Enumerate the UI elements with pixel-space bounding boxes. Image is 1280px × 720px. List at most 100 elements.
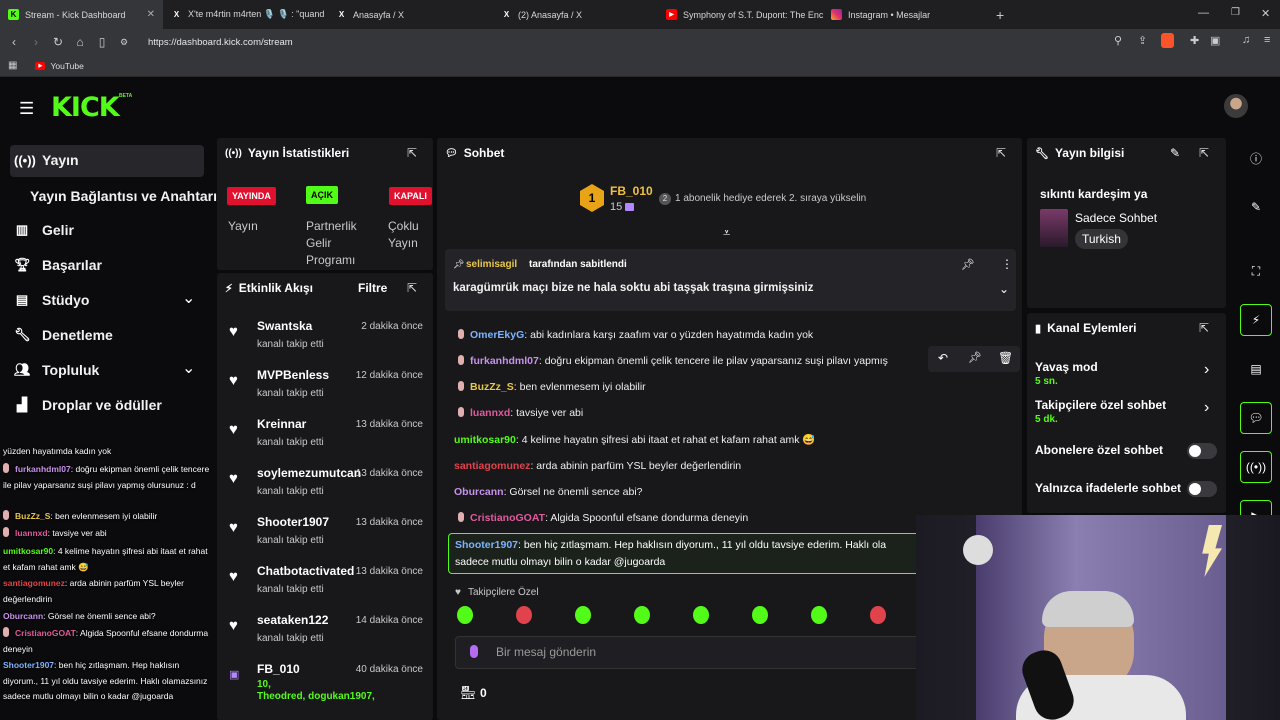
- broadcast-icon[interactable]: ((•)): [1240, 451, 1272, 483]
- pin-icon: 📌︎: [453, 259, 465, 269]
- notes-icon[interactable]: ▤: [1240, 353, 1272, 385]
- lightning-icon[interactable]: ⚡︎: [1240, 304, 1272, 336]
- bookmark-icon[interactable]: ▯: [92, 32, 112, 52]
- chat-username[interactable]: umitkosar90: [454, 434, 516, 446]
- popout-icon[interactable]: ⇱: [1199, 321, 1209, 335]
- collapse-icon[interactable]: ⩡: [723, 225, 730, 241]
- apps-grid-icon[interactable]: ▦: [8, 60, 17, 71]
- close-window-icon[interactable]: ✕: [1261, 7, 1270, 20]
- filter-button[interactable]: Filtre: [358, 281, 387, 295]
- edit-icon[interactable]: ✎: [1170, 146, 1180, 160]
- sidebar-item-denetleme[interactable]: 🔧︎ Denetleme: [14, 327, 113, 343]
- reply-icon[interactable]: ↶: [938, 351, 948, 365]
- activity-time: 2 dakika önce: [361, 321, 423, 332]
- activity-username[interactable]: Chatbotactivated: [257, 564, 354, 578]
- chevron-down-icon[interactable]: ⌄: [999, 282, 1009, 296]
- zoom-icon[interactable]: ⚲: [1114, 34, 1122, 47]
- activity-username[interactable]: soylemezumutcan: [257, 466, 361, 480]
- bookmark-label: YouTube: [50, 60, 84, 71]
- hamburger-menu-icon[interactable]: ☰: [19, 99, 34, 119]
- more-options-icon[interactable]: ⋮: [1001, 257, 1013, 271]
- top-gifter-name[interactable]: FB_010: [610, 184, 653, 198]
- browser-tab[interactable]: ▶ Symphony of S.T. Dupont: The Encha: [658, 0, 823, 29]
- emote-icon[interactable]: [752, 606, 768, 624]
- sidebar-item-basarilar[interactable]: 🏆︎ Başarılar: [14, 257, 102, 273]
- home-icon[interactable]: ⌂: [70, 32, 90, 52]
- activity-username[interactable]: seataken122: [257, 613, 328, 627]
- activity-username[interactable]: Kreinnar: [257, 417, 306, 431]
- chat-username[interactable]: Oburcann: [454, 486, 504, 498]
- chat-username[interactable]: luannxd: [470, 407, 510, 419]
- emote-icon[interactable]: [575, 606, 591, 624]
- edit-icon[interactable]: ✎: [1240, 191, 1272, 223]
- unpin-icon[interactable]: 📌︎: [961, 258, 975, 271]
- emote-icon[interactable]: [693, 606, 709, 624]
- popout-icon[interactable]: ⇱: [407, 146, 417, 160]
- panel-title-text: Sohbet: [463, 146, 505, 160]
- activity-username[interactable]: Swantska: [257, 319, 312, 333]
- emote-icon[interactable]: [870, 606, 886, 624]
- browser-tab[interactable]: Instagram • Mesajlar: [823, 0, 988, 29]
- url-field[interactable]: https://dashboard.kick.com/stream: [148, 37, 293, 48]
- chat-username[interactable]: Shooter1907: [455, 539, 518, 551]
- extensions-icon[interactable]: ✚: [1190, 34, 1199, 47]
- reload-icon[interactable]: ↻: [48, 32, 68, 52]
- popout-icon[interactable]: ⇱: [407, 281, 417, 295]
- site-settings-icon[interactable]: ⚙: [114, 32, 134, 52]
- menu-icon[interactable]: ≡: [1264, 34, 1270, 46]
- chat-username[interactable]: CristianoGOAT: [470, 512, 545, 524]
- forward-icon[interactable]: ›: [26, 32, 46, 52]
- category-name[interactable]: Sadece Sohbet: [1075, 211, 1157, 225]
- store-icon[interactable]: 🏪︎: [460, 685, 477, 701]
- chevron-down-icon[interactable]: ⌄: [182, 358, 195, 378]
- close-tab-icon[interactable]: ✕: [147, 9, 155, 20]
- new-tab-button[interactable]: +: [996, 7, 1004, 23]
- chevron-down-icon[interactable]: ⌄: [182, 288, 195, 308]
- back-icon[interactable]: ‹: [4, 32, 24, 52]
- minimize-icon[interactable]: —: [1198, 7, 1209, 19]
- maximize-icon[interactable]: ❐: [1231, 7, 1240, 18]
- clip-icon[interactable]: ⛶: [1240, 255, 1272, 287]
- sidebar-item-droplar[interactable]: ▟ Droplar ve ödüller: [14, 397, 162, 413]
- chat-username[interactable]: santiagomunez: [454, 460, 530, 472]
- browser-tab[interactable]: X (2) Anasayfa / X: [493, 0, 658, 29]
- subscribers-only-toggle[interactable]: [1187, 443, 1217, 459]
- delete-icon[interactable]: 🗑︎: [998, 351, 1013, 365]
- emote-icon[interactable]: [634, 606, 650, 624]
- user-avatar[interactable]: [1224, 94, 1248, 118]
- chevron-right-icon[interactable]: ›: [1204, 361, 1209, 379]
- sidebar-toggle-icon[interactable]: ▣: [1210, 34, 1220, 47]
- top-gifter-rank-badge: 1: [580, 184, 604, 212]
- activity-username[interactable]: MVPBenless: [257, 368, 329, 382]
- browser-tab[interactable]: K Stream - Kick Dashboard ✕: [0, 0, 163, 29]
- sidebar-item-stream-key[interactable]: Yayın Bağlantısı ve Anahtarı: [30, 188, 217, 204]
- sidebar-item-topluluk[interactable]: 👥︎ Topluluk: [14, 362, 99, 378]
- chat-username[interactable]: furkanhdml07: [470, 355, 539, 367]
- kick-logo[interactable]: KICK: [51, 92, 120, 123]
- pinned-by-user[interactable]: selimisagil: [466, 259, 517, 270]
- emote-only-toggle[interactable]: [1187, 481, 1217, 497]
- chat-username[interactable]: BuzZz_S: [470, 381, 514, 393]
- sidebar-item-gelir[interactable]: ▥ Gelir: [14, 222, 74, 238]
- popout-icon[interactable]: ⇱: [996, 146, 1006, 160]
- chat-icon[interactable]: 💬︎: [1240, 402, 1272, 434]
- emote-icon[interactable]: [457, 606, 473, 624]
- activity-username[interactable]: Shooter1907: [257, 515, 329, 529]
- bookmark-youtube[interactable]: ▶ YouTube: [35, 60, 84, 71]
- sidebar-item-yayin[interactable]: ((•)) Yayın: [14, 152, 79, 168]
- activity-username[interactable]: FB_010: [257, 662, 300, 676]
- chat-username[interactable]: OmerEkyG: [470, 329, 524, 341]
- brave-shield-icon[interactable]: [1161, 33, 1174, 48]
- mic-icon[interactable]: [470, 645, 478, 658]
- emote-icon[interactable]: [811, 606, 827, 624]
- media-icon[interactable]: ♫: [1242, 34, 1250, 46]
- share-icon[interactable]: ⇪: [1138, 34, 1147, 47]
- emote-icon[interactable]: [516, 606, 532, 624]
- sidebar-item-studyo[interactable]: ▤ Stüdyo: [14, 292, 90, 308]
- popout-icon[interactable]: ⇱: [1199, 146, 1209, 160]
- info-icon[interactable]: ⓘ: [1240, 142, 1272, 174]
- browser-tab[interactable]: X X'te m4rtin m4rten 🎙️ 🎙️ : "quand: [163, 0, 328, 29]
- pin-message-icon[interactable]: 📌︎: [968, 351, 982, 364]
- browser-tab[interactable]: X Anasayfa / X: [328, 0, 493, 29]
- chevron-right-icon[interactable]: ›: [1204, 399, 1209, 417]
